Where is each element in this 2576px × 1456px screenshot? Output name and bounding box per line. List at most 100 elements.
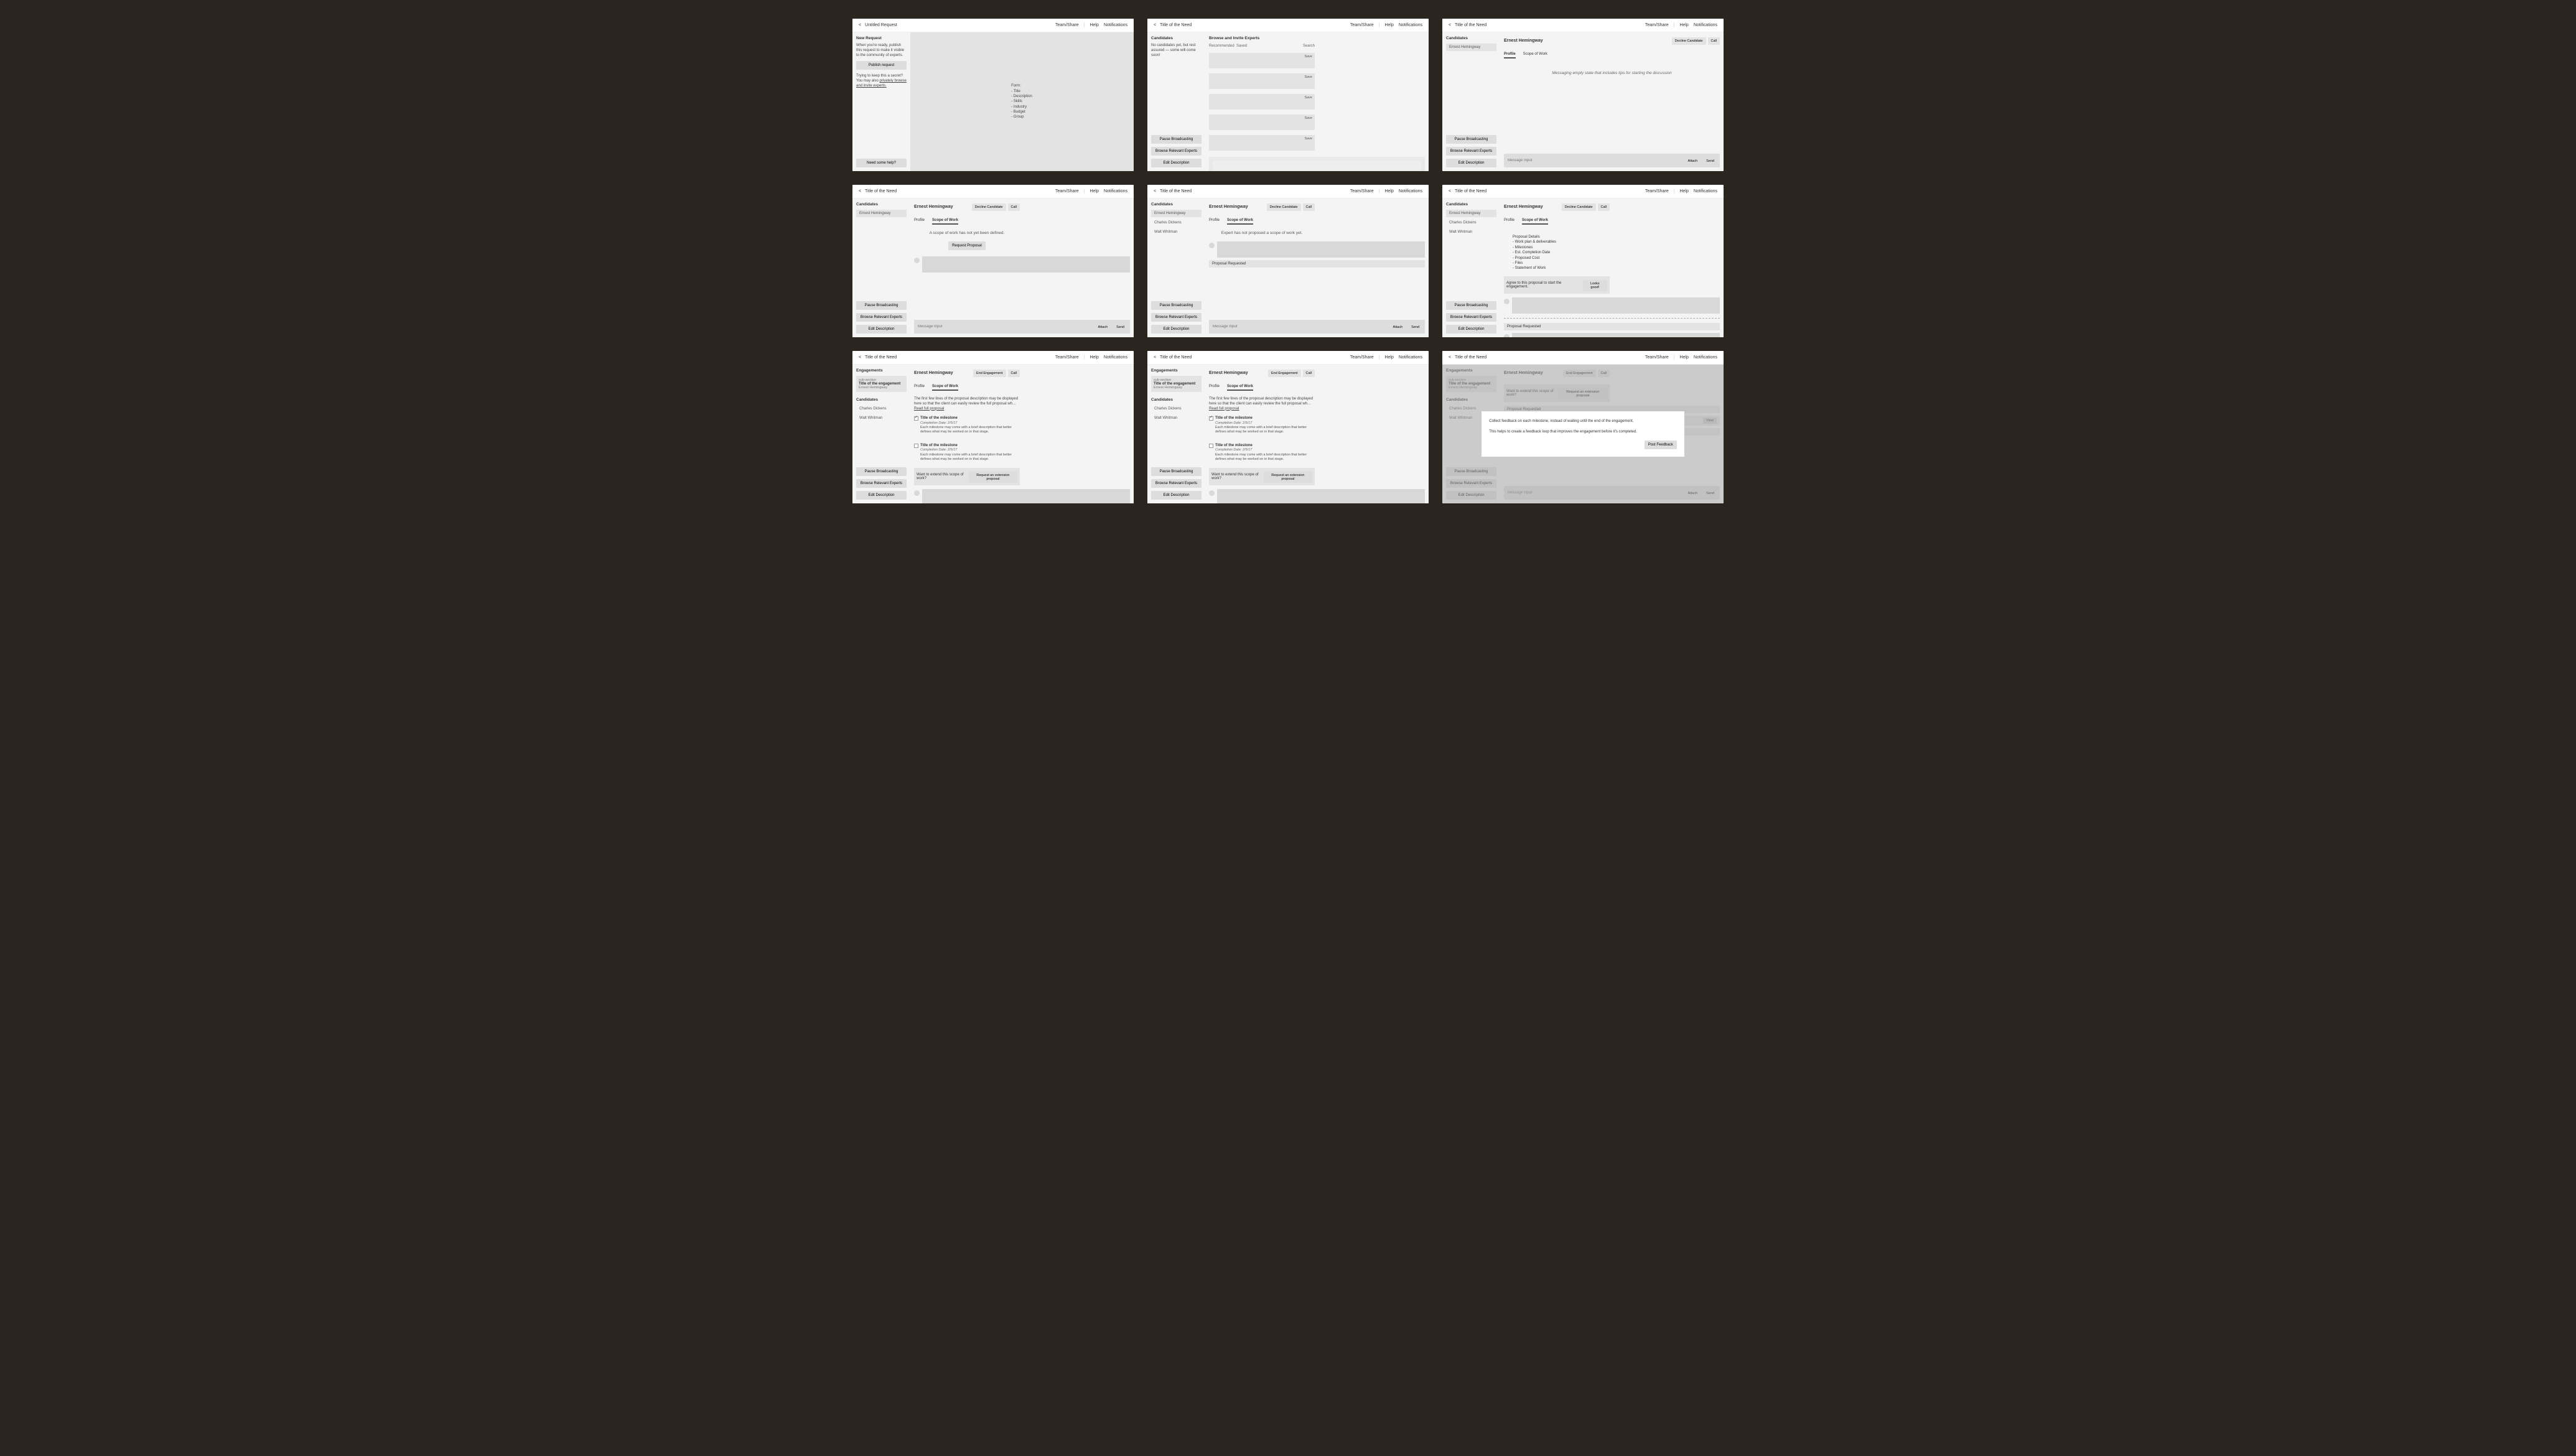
read-full-proposal-link[interactable]: Read full proposal: [914, 407, 944, 411]
team-share-link[interactable]: Team/Share: [1645, 23, 1669, 27]
back-icon[interactable]: <: [859, 189, 861, 194]
notifications-link[interactable]: Notifications: [1104, 355, 1127, 360]
candidate-item[interactable]: Charles Dickens: [1151, 219, 1202, 226]
pause-broadcasting-button[interactable]: Pause Broadcasting: [1151, 301, 1202, 310]
expert-slot[interactable]: Save: [1209, 135, 1315, 151]
milestone-checkbox[interactable]: [914, 444, 918, 448]
edit-description-button[interactable]: Edit Description: [1151, 491, 1202, 500]
tab-scope[interactable]: Scope of Work: [1523, 52, 1547, 58]
need-help-button[interactable]: Need some help?: [856, 159, 907, 167]
tab-profile[interactable]: Profile: [1209, 385, 1220, 391]
notifications-link[interactable]: Notifications: [1104, 23, 1127, 27]
pause-broadcasting-button[interactable]: Pause Broadcasting: [856, 301, 907, 310]
notifications-link[interactable]: Notifications: [1694, 355, 1717, 360]
tab-saved[interactable]: Saved: [1236, 44, 1247, 48]
tab-scope[interactable]: Scope of Work: [1522, 218, 1548, 225]
notifications-link[interactable]: Notifications: [1694, 23, 1717, 27]
notifications-link[interactable]: Notifications: [1399, 189, 1422, 194]
candidate-item[interactable]: Ernest Hemingway: [1446, 210, 1496, 217]
pause-broadcasting-button[interactable]: Pause Broadcasting: [856, 467, 907, 476]
send-button[interactable]: Send: [1113, 324, 1127, 331]
help-link[interactable]: Help: [1384, 355, 1393, 360]
post-feedback-button[interactable]: Post Feedback: [1645, 441, 1677, 449]
engagement-item[interactable]: sub-section Title of the engagement Erne…: [856, 376, 907, 392]
tab-scope[interactable]: Scope of Work: [932, 218, 958, 225]
save-button[interactable]: Save: [1304, 96, 1312, 100]
team-share-link[interactable]: Team/Share: [1350, 355, 1374, 360]
attach-button[interactable]: Attach: [1685, 157, 1701, 165]
notifications-link[interactable]: Notifications: [1399, 355, 1422, 360]
call-button[interactable]: Call: [1008, 203, 1020, 211]
pause-broadcasting-button[interactable]: Pause Broadcasting: [1151, 467, 1202, 476]
edit-description-button[interactable]: Edit Description: [1151, 159, 1202, 167]
candidate-item[interactable]: Walt Whitman: [1151, 414, 1202, 422]
tab-profile[interactable]: Profile: [914, 218, 925, 225]
request-extension-button[interactable]: Request an extension proposal: [1264, 472, 1312, 483]
request-proposal-button[interactable]: Request Proposal: [948, 241, 986, 250]
expert-slot[interactable]: Save: [1209, 53, 1315, 68]
call-button[interactable]: Call: [1008, 370, 1020, 377]
team-share-link[interactable]: Team/Share: [1055, 189, 1079, 194]
tab-scope[interactable]: Scope of Work: [1227, 385, 1253, 391]
publish-request-button[interactable]: Publish request: [856, 61, 907, 70]
decline-candidate-button[interactable]: Decline Candidate: [1562, 203, 1596, 211]
candidate-item[interactable]: Charles Dickens: [856, 405, 907, 413]
save-button[interactable]: Save: [1304, 137, 1312, 141]
help-link[interactable]: Help: [1384, 189, 1393, 194]
tab-profile[interactable]: Profile: [1504, 52, 1516, 58]
call-button[interactable]: Call: [1708, 37, 1720, 45]
help-link[interactable]: Help: [1384, 23, 1393, 27]
tab-scope[interactable]: Scope of Work: [1227, 218, 1253, 225]
edit-description-button[interactable]: Edit Description: [1446, 159, 1496, 167]
end-engagement-button[interactable]: End Engagement: [1268, 370, 1301, 377]
browse-experts-button[interactable]: Browse Relevant Experts: [1151, 313, 1202, 322]
candidate-item[interactable]: Charles Dickens: [1446, 219, 1496, 226]
request-extension-button[interactable]: Request an extension proposal: [969, 472, 1017, 483]
candidate-item[interactable]: Ernest Hemingway: [856, 210, 907, 217]
notifications-link[interactable]: Notifications: [1104, 189, 1127, 194]
save-button[interactable]: Save: [1304, 55, 1312, 58]
help-link[interactable]: Help: [1679, 189, 1688, 194]
back-icon[interactable]: <: [1449, 23, 1451, 27]
pause-broadcasting-button[interactable]: Pause Broadcasting: [1151, 135, 1202, 144]
milestone-checkbox[interactable]: [1209, 444, 1213, 448]
back-icon[interactable]: <: [1154, 189, 1156, 194]
edit-description-button[interactable]: Edit Description: [856, 491, 907, 500]
tab-scope[interactable]: Scope of Work: [932, 385, 958, 391]
expert-slot[interactable]: Save: [1209, 73, 1315, 89]
team-share-link[interactable]: Team/Share: [1645, 355, 1669, 360]
milestone-checkbox[interactable]: [1209, 416, 1213, 421]
call-button[interactable]: Call: [1598, 203, 1610, 211]
message-input[interactable]: [1211, 324, 1388, 330]
expert-slot[interactable]: Save: [1209, 94, 1315, 110]
browse-experts-button[interactable]: Browse Relevant Experts: [1446, 147, 1496, 156]
tab-profile[interactable]: Profile: [914, 385, 925, 391]
notifications-link[interactable]: Notifications: [1399, 23, 1422, 27]
decline-candidate-button[interactable]: Decline Candidate: [1267, 203, 1301, 211]
pause-broadcasting-button[interactable]: Pause Broadcasting: [1446, 301, 1496, 310]
candidate-item[interactable]: Walt Whitman: [856, 414, 907, 422]
message-input[interactable]: [917, 324, 1093, 330]
call-button[interactable]: Call: [1303, 370, 1315, 377]
browse-experts-button[interactable]: Browse Relevant Experts: [1446, 313, 1496, 322]
milestone-checkbox[interactable]: [914, 416, 918, 421]
candidate-item[interactable]: Ernest Hemingway: [1151, 210, 1202, 217]
help-link[interactable]: Help: [1090, 23, 1098, 27]
edit-description-button[interactable]: Edit Description: [1446, 325, 1496, 334]
edit-description-button[interactable]: Edit Description: [856, 325, 907, 334]
end-engagement-button[interactable]: End Engagement: [973, 370, 1006, 377]
edit-description-button[interactable]: Edit Description: [1151, 325, 1202, 334]
browse-experts-button[interactable]: Browse Relevant Experts: [1151, 147, 1202, 156]
attach-button[interactable]: Attach: [1390, 324, 1406, 331]
save-button[interactable]: Save: [1304, 75, 1312, 79]
candidate-item[interactable]: Charles Dickens: [1151, 405, 1202, 413]
team-share-link[interactable]: Team/Share: [1645, 189, 1669, 194]
tab-profile[interactable]: Profile: [1209, 218, 1220, 225]
decline-candidate-button[interactable]: Decline Candidate: [972, 203, 1006, 211]
help-link[interactable]: Help: [1679, 23, 1688, 27]
attach-button[interactable]: Attach: [1095, 324, 1111, 331]
candidate-item[interactable]: Walt Whitman: [1151, 228, 1202, 236]
modal-overlay[interactable]: Collect feedback on each milestone, inst…: [1442, 365, 1724, 503]
browse-experts-button[interactable]: Browse Relevant Experts: [1151, 479, 1202, 488]
back-icon[interactable]: <: [859, 23, 861, 27]
